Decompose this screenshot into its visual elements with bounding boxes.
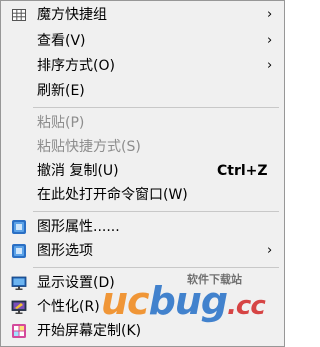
- menu-item-label: 个性化(R): [37, 299, 100, 315]
- menu-separator: [33, 267, 279, 268]
- intel-graphics-icon: [12, 244, 26, 258]
- menu-item-label: 查看(V): [37, 33, 86, 49]
- start-screen-icon: [12, 324, 26, 338]
- menu-item-label: 开始屏幕定制(K): [37, 323, 142, 339]
- menu-item-undo-copy[interactable]: 撤消 复制(U) Ctrl+Z: [3, 159, 282, 183]
- grid-icon: [12, 9, 26, 21]
- display-settings-icon: [11, 276, 27, 290]
- intel-graphics-icon: [12, 220, 26, 234]
- menu-item-label: 撤消 复制(U): [37, 163, 119, 179]
- menu-item-label: 刷新(E): [37, 83, 85, 99]
- menu-item-label: 粘贴(P): [37, 115, 85, 131]
- menu-item-label: 图形属性......: [37, 219, 120, 235]
- personalize-icon: [11, 300, 27, 314]
- menu-item-label: 魔方快捷组: [37, 7, 107, 23]
- menu-item-start-screen-customize[interactable]: 开始屏幕定制(K): [3, 319, 282, 343]
- menu-item-label: 显示设置(D): [37, 275, 115, 291]
- menu-separator: [33, 211, 279, 212]
- menu-item-display-settings[interactable]: 显示设置(D): [3, 271, 282, 295]
- menu-item-sort-by[interactable]: 排序方式(O) ›: [3, 54, 282, 78]
- shortcut-label: Ctrl+Z: [217, 163, 268, 179]
- menu-item-mofang-quick-group[interactable]: 魔方快捷组 ›: [3, 3, 282, 27]
- submenu-arrow-icon: ›: [267, 58, 273, 73]
- menu-separator: [33, 107, 279, 108]
- menu-item-personalize[interactable]: 个性化(R): [3, 295, 282, 319]
- menu-item-graphics-properties[interactable]: 图形属性......: [3, 215, 282, 239]
- menu-item-label: 图形选项: [37, 243, 93, 259]
- menu-item-open-command-window[interactable]: 在此处打开命令窗口(W): [3, 183, 282, 207]
- menu-item-view[interactable]: 查看(V) ›: [3, 29, 282, 53]
- menu-item-paste-shortcut[interactable]: 粘贴快捷方式(S): [3, 135, 282, 159]
- menu-item-label: 在此处打开命令窗口(W): [37, 187, 188, 203]
- menu-item-refresh[interactable]: 刷新(E): [3, 79, 282, 103]
- menu-item-label: 排序方式(O): [37, 58, 115, 74]
- submenu-arrow-icon: ›: [267, 33, 273, 48]
- menu-item-graphics-options[interactable]: 图形选项 ›: [3, 239, 282, 263]
- menu-item-paste[interactable]: 粘贴(P): [3, 111, 282, 135]
- submenu-arrow-icon: ›: [267, 7, 273, 22]
- desktop-context-menu: 魔方快捷组 › 查看(V) › 排序方式(O) › 刷新(E) 粘贴(P) 粘贴…: [0, 0, 285, 347]
- menu-item-label: 粘贴快捷方式(S): [37, 139, 141, 155]
- submenu-arrow-icon: ›: [267, 243, 273, 258]
